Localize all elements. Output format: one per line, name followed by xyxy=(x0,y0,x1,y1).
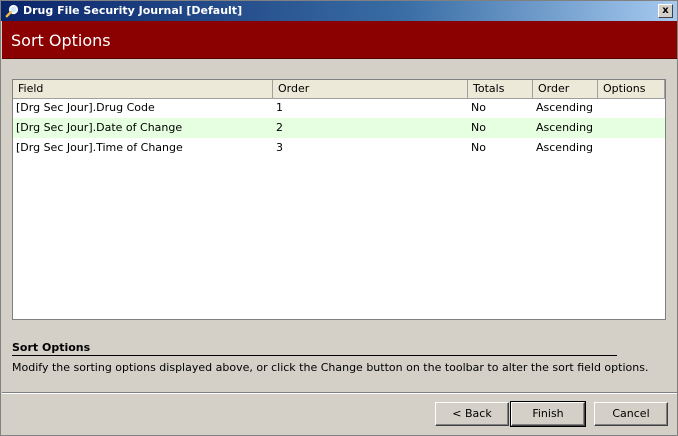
finish-button[interactable]: Finish xyxy=(510,401,586,427)
cell-sort-order: Ascending xyxy=(536,101,594,114)
cell-options xyxy=(598,138,665,158)
magnifier-icon xyxy=(5,4,19,18)
close-button[interactable]: x xyxy=(658,4,673,18)
close-icon: x xyxy=(662,5,669,16)
column-header-order[interactable]: Order xyxy=(273,80,468,99)
cell-options xyxy=(598,118,665,138)
title-bar: Drug File Security Journal [Default] x xyxy=(1,1,677,21)
table-row[interactable]: [Drg Sec Jour].Time of Change 3 No Ascen… xyxy=(13,138,665,158)
column-header-field[interactable]: Field xyxy=(13,80,273,99)
column-header-options[interactable]: Options xyxy=(598,80,665,99)
cell-order: 1 xyxy=(276,101,283,114)
dialog-window: Drug File Security Journal [Default] x S… xyxy=(0,0,678,436)
cell-totals: No xyxy=(471,101,486,114)
cancel-button[interactable]: Cancel xyxy=(594,402,668,426)
info-title: Sort Options xyxy=(12,341,91,354)
cell-sort-order: Ascending xyxy=(536,141,594,154)
table-row[interactable]: [Drg Sec Jour].Drug Code 1 No Ascending xyxy=(13,98,665,118)
page-title: Sort Options xyxy=(11,31,111,50)
cell-field: [Drg Sec Jour].Drug Code xyxy=(16,101,155,114)
cell-totals: No xyxy=(471,121,486,134)
sort-grid[interactable]: Field Order Totals Order Options [Drg Se… xyxy=(12,79,666,320)
cell-order: 2 xyxy=(276,121,283,134)
cell-order: 3 xyxy=(276,141,283,154)
cell-field: [Drg Sec Jour].Time of Change xyxy=(16,141,183,154)
back-button[interactable]: < Back xyxy=(435,402,509,426)
cell-totals: No xyxy=(471,141,486,154)
cell-options xyxy=(598,98,665,118)
footer-divider xyxy=(2,392,677,394)
grid-header: Field Order Totals Order Options xyxy=(13,80,665,99)
column-header-sort-order[interactable]: Order xyxy=(533,80,598,99)
cell-sort-order: Ascending xyxy=(536,121,594,134)
info-text: Modify the sorting options displayed abo… xyxy=(12,361,649,374)
header-band: Sort Options xyxy=(2,21,677,59)
table-row[interactable]: [Drg Sec Jour].Date of Change 2 No Ascen… xyxy=(13,118,665,138)
cell-field: [Drg Sec Jour].Date of Change xyxy=(16,121,183,134)
column-header-totals[interactable]: Totals xyxy=(468,80,533,99)
info-divider xyxy=(12,355,617,356)
window-title: Drug File Security Journal [Default] xyxy=(23,4,243,17)
